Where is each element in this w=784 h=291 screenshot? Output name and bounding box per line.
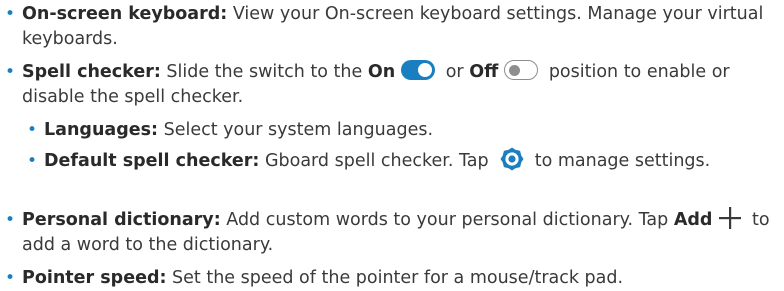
settings-gear-icon [500, 147, 524, 171]
bullet: • [5, 4, 16, 24]
item-description: Set the speed of the pointer for a mouse… [166, 268, 624, 288]
item-text: Personal dictionary: Add custom words to… [22, 207, 778, 258]
bullet: • [5, 210, 16, 230]
on-label: On [367, 62, 396, 82]
bullet: • [5, 268, 16, 288]
item-text: On-screen keyboard: View your On-screen … [22, 2, 778, 52]
item-description: Slide the switch to the [160, 62, 368, 82]
item-description-end: to manage settings. [529, 151, 711, 171]
toggle-on-icon [401, 60, 436, 80]
item-label: On-screen keyboard: [22, 4, 228, 24]
item-label: Personal dictionary: [22, 210, 221, 230]
item-text: Default spell checker: Gboard spell chec… [44, 147, 778, 174]
item-description: Select your system languages. [158, 120, 434, 140]
off-label: Off [469, 62, 499, 82]
add-label: Add [673, 210, 713, 230]
item-description: Gboard spell checker. Tap [259, 151, 495, 171]
bullet: • [27, 120, 38, 140]
item-label: Pointer speed: [22, 268, 167, 288]
toggle-off-icon [504, 60, 539, 80]
or-text: or [440, 62, 470, 82]
settings-bullet-list: • On-screen keyboard: View your On-scree… [0, 0, 784, 291]
bullet: • [5, 62, 16, 82]
bullet: • [27, 151, 38, 171]
item-label: Spell checker: [22, 62, 161, 82]
item-label: Languages: [44, 120, 159, 140]
item-text: Spell checker: Slide the switch to the O… [22, 60, 778, 110]
item-label: Default spell checker: [44, 151, 260, 171]
plus-icon [719, 207, 742, 229]
item-description: Add custom words to your personal dictio… [220, 210, 674, 230]
item-text: Pointer speed: Set the speed of the poin… [22, 266, 778, 291]
item-text: Languages: Select your system languages. [44, 118, 778, 143]
